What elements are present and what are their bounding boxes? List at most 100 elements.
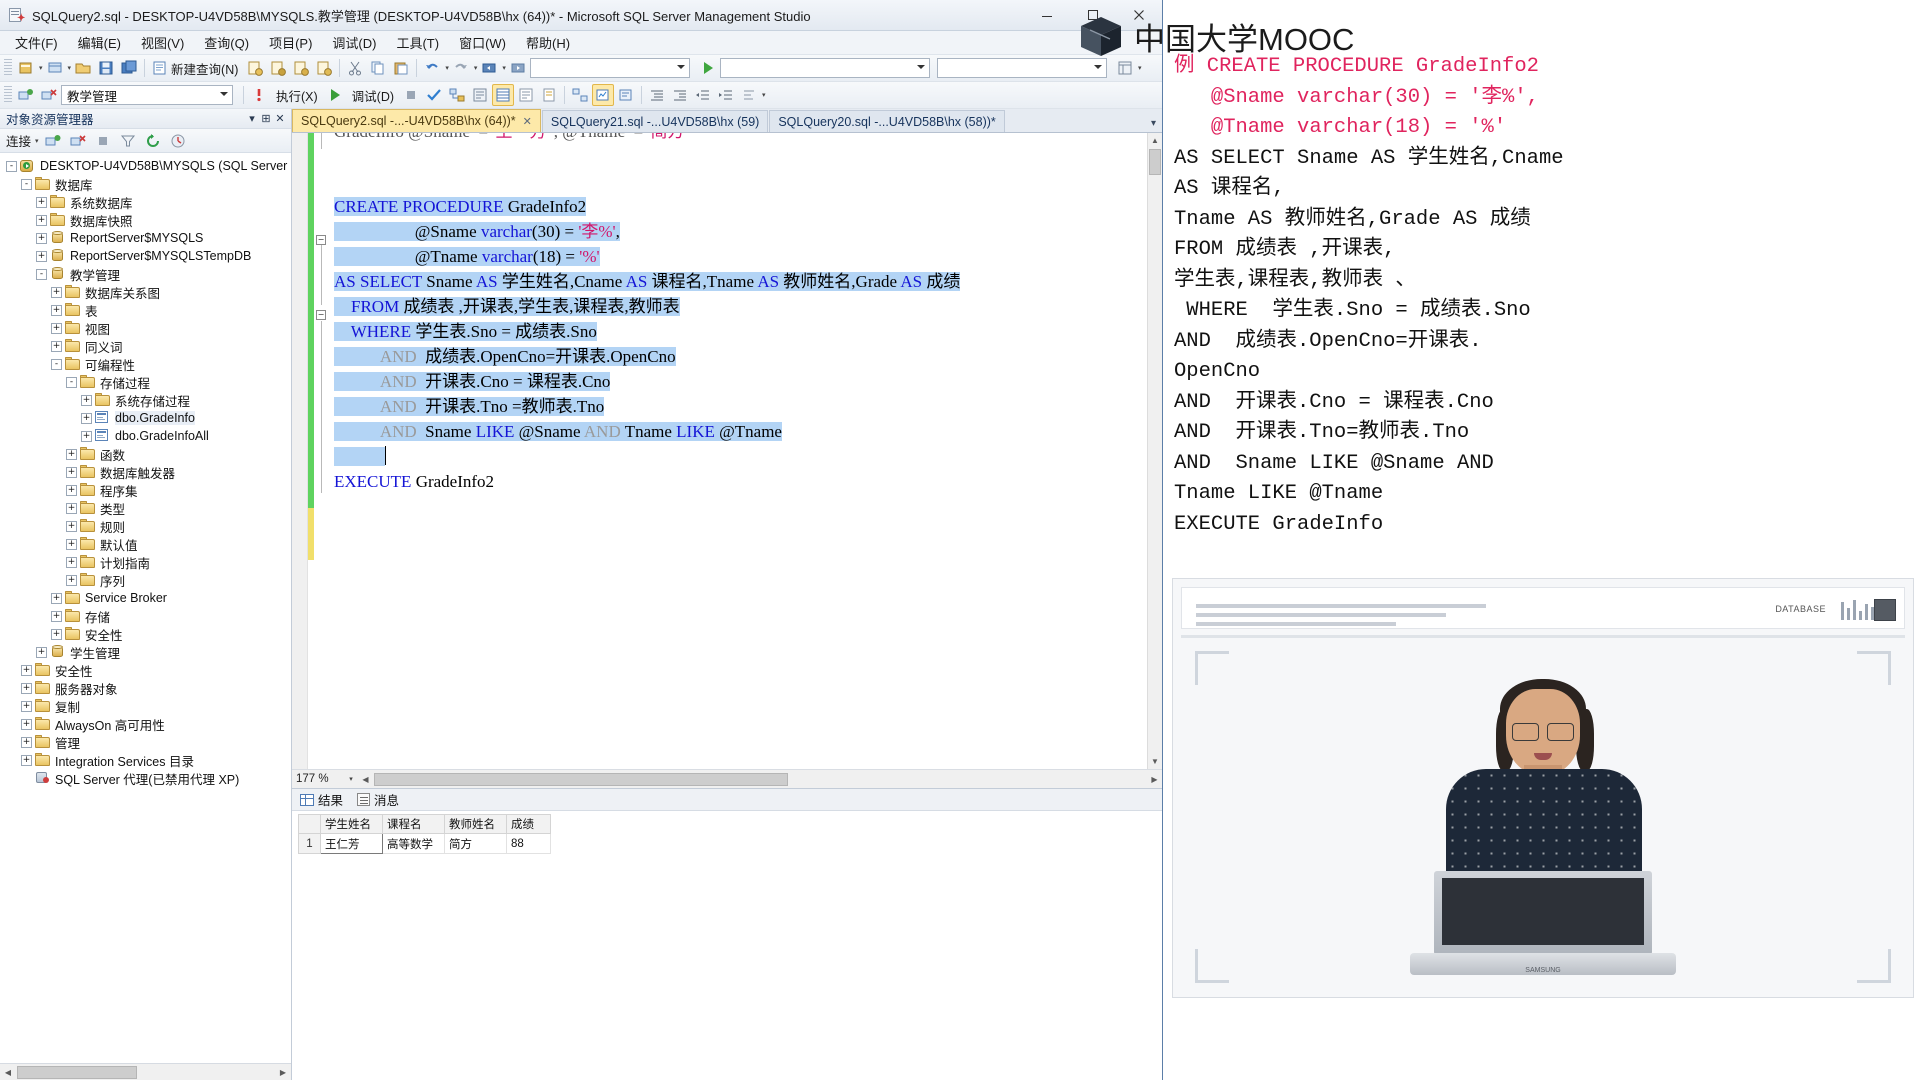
connect-icon[interactable] — [15, 84, 37, 106]
chevron-down-icon-3[interactable] — [1093, 65, 1102, 69]
tree-node[interactable]: + 系统存储过程 — [0, 391, 291, 409]
new-mdx-query-icon[interactable] — [290, 57, 312, 79]
editor-scroll-left-icon[interactable]: ◀ — [358, 775, 373, 784]
redo-caret-icon[interactable]: ▾ — [474, 64, 478, 72]
indent-decrease-icon[interactable] — [646, 84, 668, 106]
debug-label[interactable]: 调试(D) — [347, 86, 399, 105]
collapse-icon[interactable]: - — [21, 178, 32, 190]
expand-icon[interactable]: + — [66, 556, 77, 568]
tree-node[interactable]: + 规则 — [0, 517, 291, 535]
editor-vscrollbar[interactable]: ▲ ▼ — [1147, 133, 1162, 769]
toolbar-grip[interactable] — [4, 59, 12, 77]
menu-item-tools[interactable]: 工具(T) — [387, 31, 448, 54]
tree-node[interactable]: - 数据库 — [0, 175, 291, 193]
tab-messages[interactable]: 消息 — [357, 790, 399, 809]
disconnect-icon[interactable] — [38, 84, 60, 106]
tree-node[interactable]: + 数据库快照 — [0, 211, 291, 229]
oe-dropdown-icon[interactable]: ▾ — [245, 112, 259, 125]
column-header-2[interactable]: 教师姓名 — [444, 814, 507, 834]
display-estimated-plan-icon[interactable] — [446, 84, 468, 106]
tree-node[interactable]: + 程序集 — [0, 481, 291, 499]
expand-icon[interactable]: + — [51, 610, 62, 622]
oe-disconnect-icon[interactable] — [67, 130, 89, 152]
editor-hscrollbar[interactable]: ◀ ▶ — [358, 770, 1162, 788]
tree-node[interactable]: + dbo.GradeInfoAll — [0, 427, 291, 445]
scroll-up-icon[interactable]: ▲ — [1148, 133, 1162, 148]
fold-box-create[interactable]: − — [316, 235, 326, 245]
debug-play-icon[interactable] — [324, 84, 346, 106]
undo-icon[interactable] — [421, 57, 443, 79]
indent-increase-icon[interactable] — [669, 84, 691, 106]
unindent-icon[interactable] — [692, 84, 714, 106]
collapse-icon[interactable]: - — [66, 376, 77, 388]
chevron-down-icon-2[interactable] — [916, 65, 925, 69]
tree-node[interactable]: + 类型 — [0, 499, 291, 517]
connect-caret-icon[interactable]: ▾ — [68, 64, 72, 72]
scroll-left-icon[interactable]: ◀ — [0, 1068, 16, 1077]
tree-node[interactable]: + ReportServer$MYSQLS — [0, 229, 291, 247]
scroll-right-icon[interactable]: ▶ — [275, 1068, 291, 1077]
tree-node[interactable]: + 数据库关系图 — [0, 283, 291, 301]
format-caret-icon[interactable]: ▾ — [762, 91, 766, 99]
expand-icon[interactable]: + — [36, 232, 47, 244]
expand-icon[interactable]: + — [51, 304, 62, 316]
menu-item-file[interactable]: 文件(F) — [6, 31, 67, 54]
tree-node[interactable]: + 安全性 — [0, 661, 291, 679]
chevron-down-icon-db[interactable] — [220, 92, 228, 96]
oe-stop-icon[interactable] — [92, 130, 114, 152]
execute-icon[interactable] — [248, 84, 270, 106]
chevron-down-icon[interactable] — [676, 65, 685, 69]
tab-sqlquery20[interactable]: SQLQuery20.sql -...U4VD58B\hx (58))* — [769, 110, 1005, 132]
include-client-stats-icon[interactable] — [592, 84, 615, 106]
save-icon[interactable] — [95, 57, 117, 79]
column-header-1[interactable]: 课程名 — [382, 814, 445, 834]
cell-student-name[interactable]: 王仁芳 — [320, 833, 383, 854]
zoom-dropdown-icon[interactable]: ▾ — [344, 775, 358, 783]
minimize-button[interactable] — [1024, 0, 1070, 30]
oe-filter-icon[interactable] — [117, 130, 139, 152]
tree-node[interactable]: - 教学管理 — [0, 265, 291, 283]
tree-node[interactable]: + AlwaysOn 高可用性 — [0, 715, 291, 733]
oe-close-icon[interactable]: ✕ — [273, 112, 287, 125]
expand-icon[interactable]: + — [21, 754, 32, 766]
cell-grade[interactable]: 88 — [506, 833, 551, 854]
object-explorer-hscrollbar[interactable]: ◀ ▶ — [0, 1063, 291, 1080]
tree-node[interactable]: + 数据库触发器 — [0, 463, 291, 481]
toolbar-combo-3[interactable] — [936, 58, 1107, 78]
menu-item-project[interactable]: 项目(P) — [260, 31, 321, 54]
expand-icon[interactable]: + — [36, 214, 47, 226]
vscroll-thumb[interactable] — [1149, 149, 1161, 175]
tree-node[interactable]: + 视图 — [0, 319, 291, 337]
expand-icon[interactable]: + — [21, 682, 32, 694]
cell-teacher-name[interactable]: 简方 — [444, 833, 507, 854]
query-options-icon[interactable] — [469, 84, 491, 106]
connect-menu-label[interactable]: 连接 — [6, 131, 31, 150]
expand-icon[interactable]: + — [66, 484, 77, 496]
collapse-icon[interactable]: - — [36, 268, 47, 280]
navigate-forward-icon[interactable] — [507, 57, 529, 79]
navigate-backward-icon[interactable] — [478, 57, 500, 79]
tree-node[interactable]: + 安全性 — [0, 625, 291, 643]
tree-node[interactable]: + 系统数据库 — [0, 193, 291, 211]
tree-node[interactable]: + 存储 — [0, 607, 291, 625]
fold-box-select[interactable]: − — [316, 310, 326, 320]
stop-icon[interactable] — [400, 84, 422, 106]
column-header-0[interactable]: 学生姓名 — [320, 814, 383, 834]
tree-node[interactable]: + 默认值 — [0, 535, 291, 553]
editor-hscroll-thumb[interactable] — [374, 772, 788, 786]
new-analysis-query-icon[interactable] — [267, 57, 289, 79]
table-row[interactable]: 1 王仁芳 高等数学 简方 88 — [298, 833, 551, 854]
connect-menu-caret-icon[interactable]: ▾ — [35, 137, 39, 145]
database-combo[interactable]: 教学管理 — [61, 85, 233, 105]
tree-node[interactable]: - DESKTOP-U4VD58B\MYSQLS (SQL Server 12.0… — [0, 157, 291, 175]
expand-icon[interactable]: + — [36, 196, 47, 208]
new-dmx-query-icon[interactable] — [313, 57, 335, 79]
execute-label[interactable]: 执行(X) — [271, 86, 323, 105]
tree-node[interactable]: SQL Server 代理(已禁用代理 XP) — [0, 769, 291, 787]
oe-activity-monitor-icon[interactable] — [167, 130, 189, 152]
copy-icon[interactable] — [367, 57, 389, 79]
properties-window-icon[interactable] — [1114, 57, 1136, 79]
expand-icon[interactable]: + — [51, 628, 62, 640]
new-project-icon[interactable] — [15, 57, 37, 79]
new-project-caret-icon[interactable]: ▾ — [39, 64, 43, 72]
